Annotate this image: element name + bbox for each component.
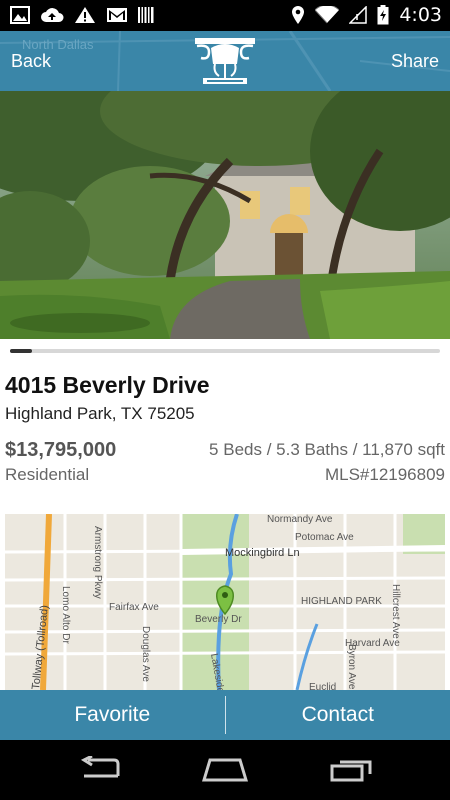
- property-type: Residential: [5, 465, 90, 484]
- map-label-highland: HIGHLAND PARK: [301, 596, 382, 607]
- back-button[interactable]: Back: [11, 51, 51, 72]
- image-icon: [10, 6, 30, 24]
- app-header: North Dallas Back Share: [0, 31, 450, 91]
- location-icon: [291, 5, 305, 25]
- recents-nav-icon[interactable]: [330, 756, 374, 787]
- property-price: $13,795,000: [5, 439, 117, 461]
- share-button[interactable]: Share: [391, 51, 439, 72]
- back-nav-icon[interactable]: [80, 754, 122, 787]
- barcode-icon: [138, 6, 154, 24]
- property-photo-illustration: [0, 91, 450, 339]
- warning-icon: [74, 6, 96, 24]
- map-label-hillcrest: Hillcrest Ave: [390, 584, 401, 639]
- map-label-lomo: Lomo Alto Dr: [60, 586, 71, 644]
- map-label-beverly: Beverly Dr: [195, 614, 242, 625]
- wifi-icon: [315, 6, 340, 24]
- location-map[interactable]: Normandy Ave Potomac Ave Mockingbird Ln …: [5, 514, 445, 690]
- system-nav-bar: [0, 740, 450, 800]
- status-time: 4:03: [399, 4, 442, 26]
- property-photo[interactable]: [0, 91, 450, 339]
- action-bar: Favorite Contact: [0, 690, 450, 740]
- property-city: Highland Park, TX 75205: [5, 404, 195, 423]
- gmail-icon: [106, 6, 128, 24]
- property-mls: MLS#12196809: [324, 465, 445, 484]
- signal-icon: [349, 6, 368, 24]
- map-label-armstrong: Armstrong Pkwy: [92, 526, 103, 599]
- property-address: 4015 Beverly Drive: [5, 372, 210, 398]
- header-map-label: North Dallas: [22, 37, 94, 52]
- property-specs: 5 Beds / 5.3 Baths / 11,870 sqft: [209, 440, 445, 459]
- map-label-normandy: Normandy Ave: [267, 514, 333, 525]
- favorite-button[interactable]: Favorite: [0, 690, 225, 740]
- battery-icon: [377, 5, 389, 25]
- photo-pager-indicator: [10, 349, 32, 353]
- contact-button[interactable]: Contact: [226, 690, 450, 740]
- map-label-mockingbird: Mockingbird Ln: [225, 547, 300, 559]
- map-label-potomac: Potomac Ave: [295, 532, 354, 543]
- status-bar: 4:03: [0, 0, 450, 31]
- map-label-douglas: Douglas Ave: [140, 626, 151, 682]
- map-label-fairfax: Fairfax Ave: [109, 602, 159, 613]
- home-nav-icon[interactable]: [201, 756, 249, 787]
- brand-logo: [189, 34, 261, 86]
- cloud-upload-icon: [40, 6, 64, 24]
- map-label-byron: Byron Ave: [346, 644, 357, 690]
- map-label-euclid: Euclid: [309, 682, 336, 690]
- photo-pager: [10, 349, 440, 353]
